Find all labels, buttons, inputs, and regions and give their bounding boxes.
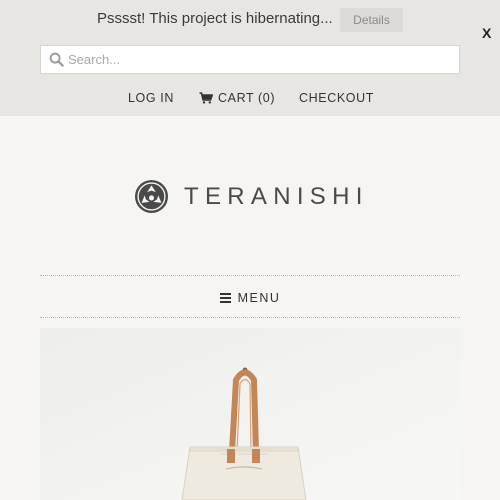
menu-toggle[interactable]: MENU [0,290,500,306]
hamburger-icon [219,293,231,303]
tote-bag-photo [40,328,460,500]
cart-label: CART (0) [218,91,276,105]
cart-link[interactable]: CART (0) [199,91,275,105]
checkout-link[interactable]: CHECKOUT [299,91,374,105]
announcement-text: Psssst! This project is hibernating... [97,10,333,27]
search-icon [44,46,68,73]
hero-image[interactable] [40,328,460,500]
brand-logo[interactable]: TERANISHI [134,179,369,214]
search-box [40,45,460,74]
menu-label: MENU [237,291,281,305]
login-link[interactable]: LOG IN [128,91,174,105]
details-button[interactable]: Details [340,8,403,32]
search-input[interactable] [68,46,459,73]
teranishi-crest-icon [134,179,169,214]
menu-divider-top [40,275,460,276]
announcement-bar: Psssst! This project is hibernating... D… [0,0,500,116]
close-button[interactable]: X [482,25,491,41]
menu-divider-bottom [40,317,460,318]
brand-name: TERANISHI [184,182,369,210]
header-nav: LOG IN CART (0) CHECKOUT [0,91,500,109]
cart-icon [199,92,213,104]
